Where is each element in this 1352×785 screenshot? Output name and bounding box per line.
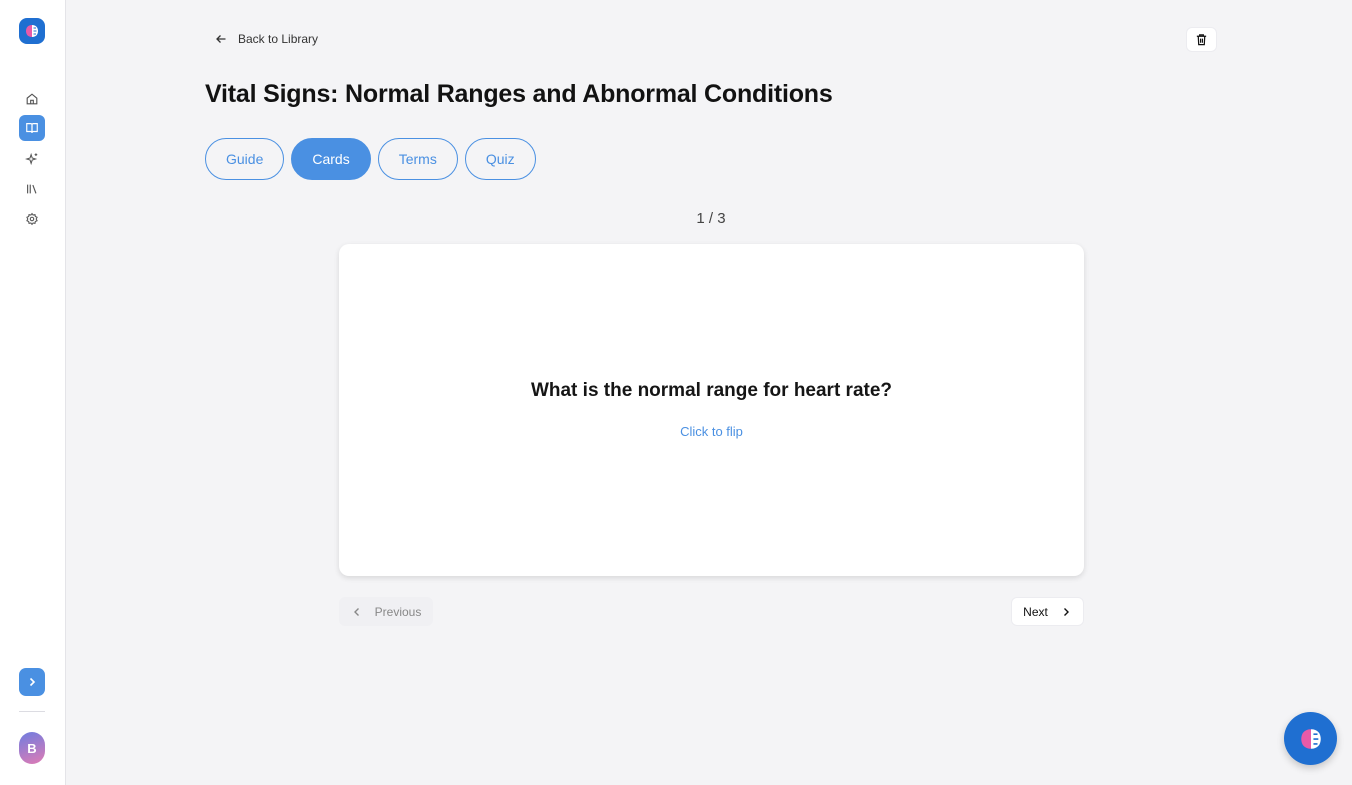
sidebar-item-library-active[interactable] bbox=[19, 115, 45, 141]
tab-terms[interactable]: Terms bbox=[377, 138, 458, 180]
expand-sidebar-button[interactable] bbox=[19, 668, 45, 696]
back-link-label: Back to Library bbox=[238, 32, 319, 46]
card-counter: 1 / 3 bbox=[696, 210, 726, 227]
sidebar: B bbox=[0, 0, 66, 785]
tab-guide[interactable]: Guide bbox=[205, 138, 285, 180]
arrow-left-icon bbox=[216, 35, 226, 43]
chevron-left-icon bbox=[353, 607, 359, 616]
brain-logo-icon[interactable] bbox=[19, 18, 45, 44]
sidebar-item-ai[interactable] bbox=[19, 146, 45, 172]
sparkles-icon bbox=[25, 152, 38, 166]
trash-icon bbox=[1196, 34, 1207, 46]
tab-quiz[interactable]: Quiz bbox=[464, 138, 536, 180]
assistant-fab-button[interactable] bbox=[1284, 712, 1337, 765]
next-label: Next bbox=[1023, 604, 1048, 619]
home-icon bbox=[26, 93, 38, 105]
previous-label: Previous bbox=[374, 604, 422, 619]
chevron-right-icon bbox=[1063, 607, 1069, 616]
brain-icon bbox=[1300, 728, 1321, 749]
back-to-library-link[interactable]: Back to Library bbox=[214, 30, 318, 48]
sidebar-item-collection[interactable] bbox=[19, 176, 45, 202]
flip-hint: Click to flip bbox=[680, 424, 743, 439]
previous-button[interactable]: Previous bbox=[339, 597, 433, 626]
page-title: Vital Signs: Normal Ranges and Abnormal … bbox=[205, 80, 833, 108]
user-avatar[interactable]: B bbox=[19, 732, 45, 764]
delete-button[interactable] bbox=[1186, 27, 1217, 52]
library-icon bbox=[27, 184, 37, 194]
sidebar-item-home[interactable] bbox=[19, 86, 45, 112]
next-button[interactable]: Next bbox=[1011, 597, 1084, 626]
app-root: B Back to Library Vital Signs: Normal Ra… bbox=[0, 0, 1352, 785]
book-icon bbox=[26, 123, 38, 133]
tab-cards[interactable]: Cards bbox=[291, 138, 371, 180]
avatar-initial: B bbox=[27, 740, 37, 756]
chevron-right-icon bbox=[29, 677, 36, 687]
tab-bar: Guide Cards Terms Quiz bbox=[205, 138, 536, 180]
flashcard-question: What is the normal range for heart rate? bbox=[530, 380, 893, 401]
flashcard[interactable]: What is the normal range for heart rate?… bbox=[339, 244, 1084, 576]
sidebar-divider bbox=[19, 711, 45, 712]
